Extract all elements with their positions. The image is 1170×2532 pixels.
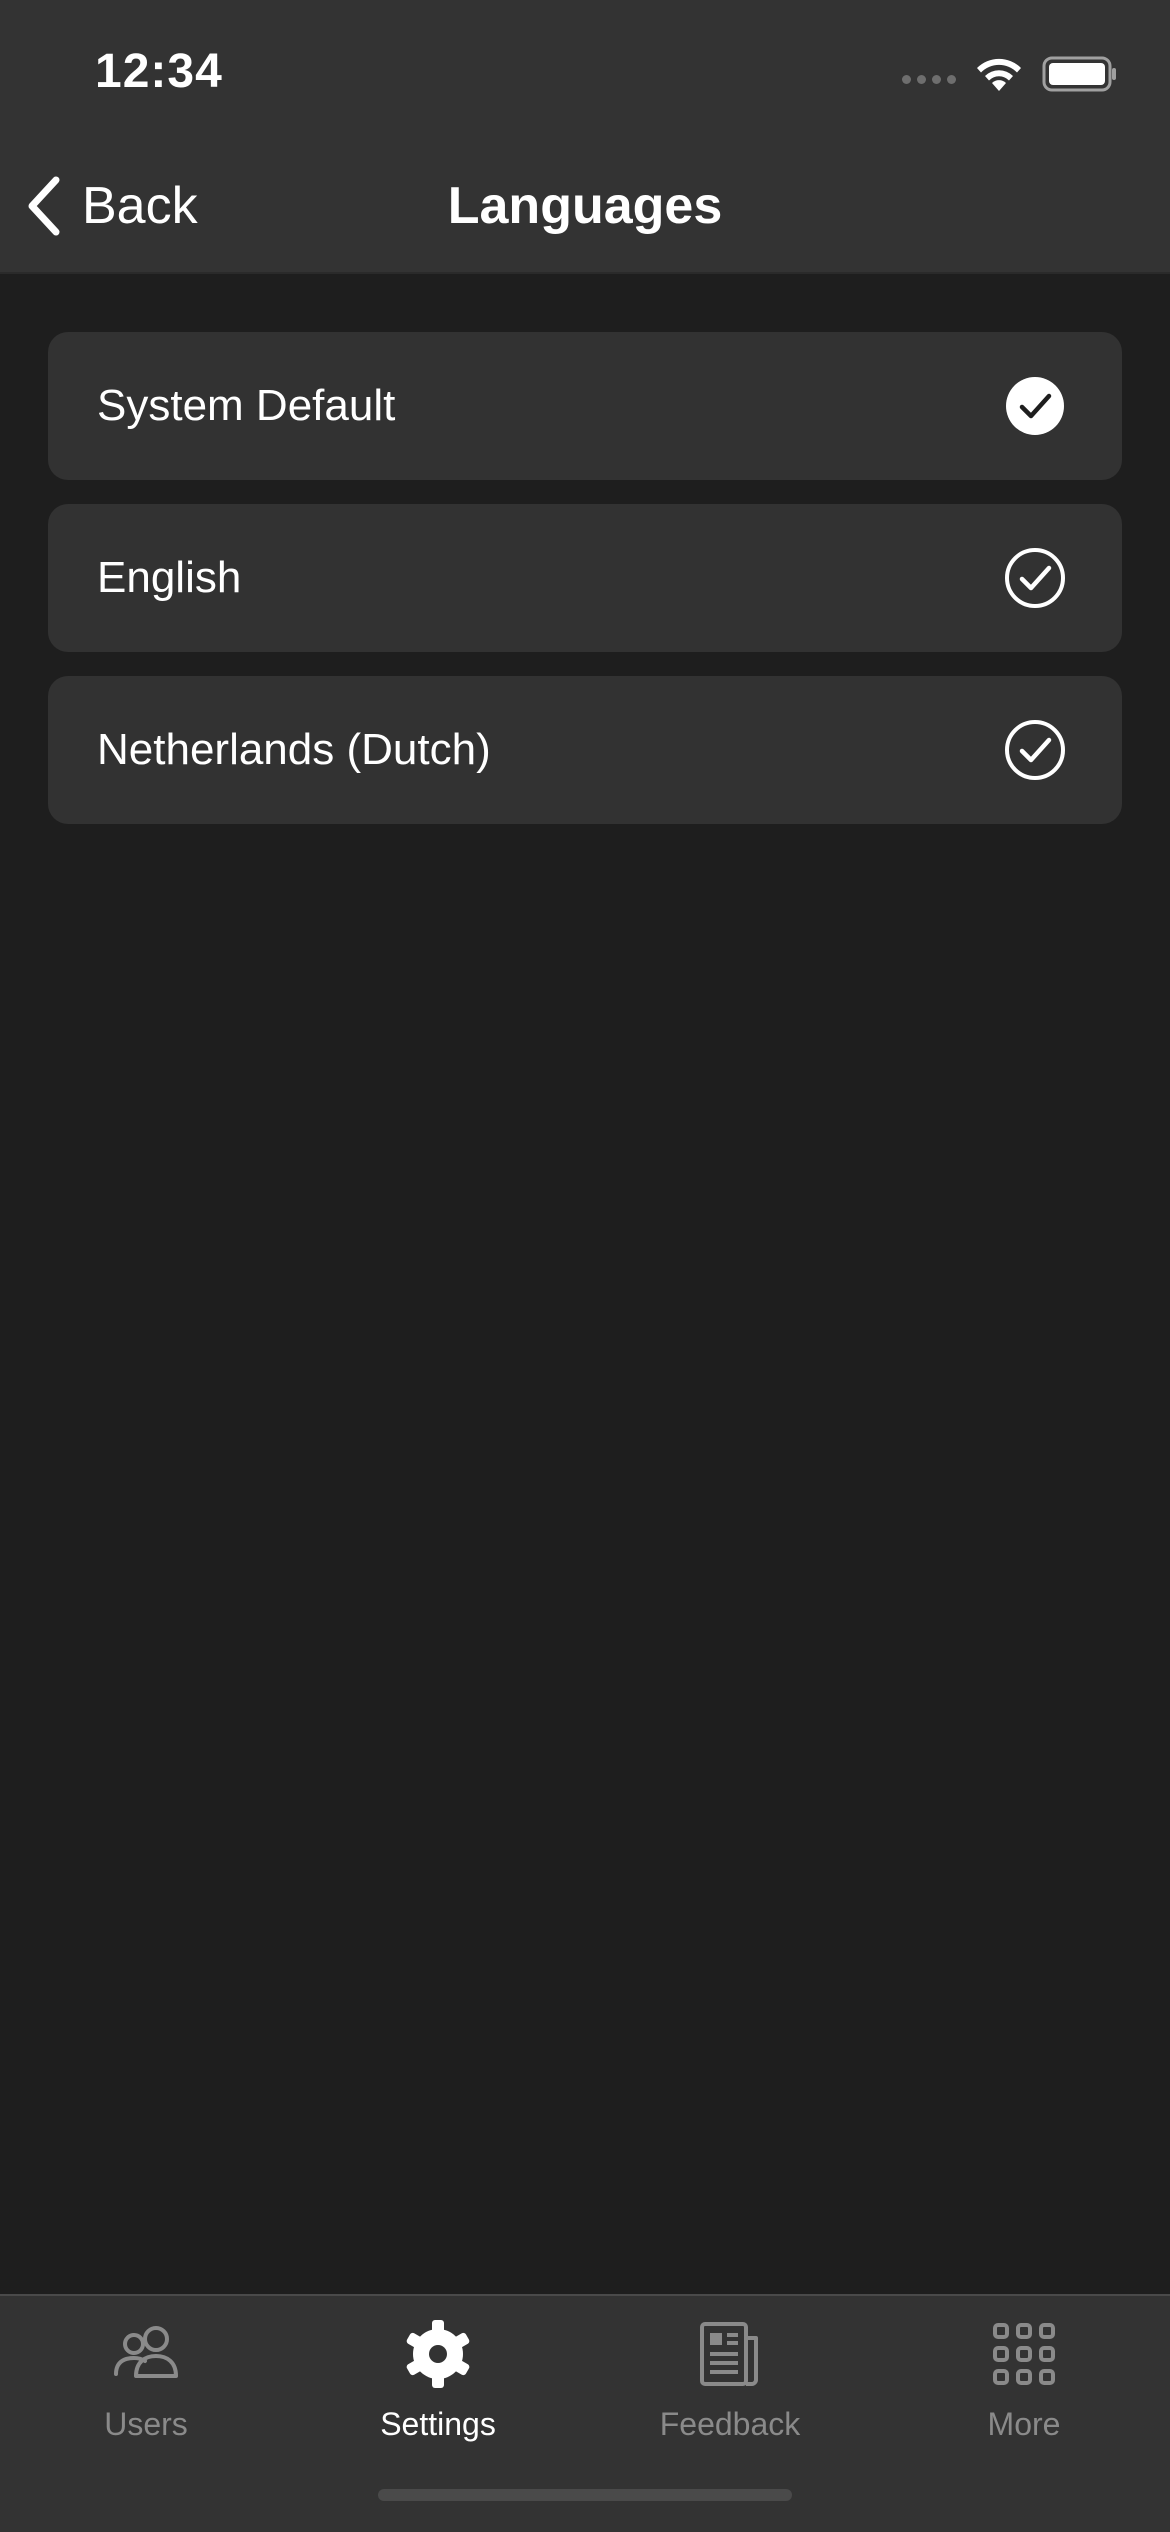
tab-label: More: [987, 2406, 1061, 2442]
language-option-english[interactable]: English: [48, 504, 1122, 652]
tab-users[interactable]: Users: [16, 2316, 276, 2456]
status-time: 12:34: [95, 45, 223, 98]
tab-more[interactable]: More: [894, 2316, 1154, 2456]
language-option-system-default[interactable]: System Default: [48, 332, 1122, 480]
home-indicator: [378, 2489, 792, 2501]
checkmark-outline-icon: [1005, 720, 1065, 780]
language-label: Netherlands (Dutch): [97, 725, 491, 774]
language-label: System Default: [97, 381, 396, 430]
users-icon: [114, 2326, 178, 2378]
tab-feedback[interactable]: Feedback: [600, 2316, 860, 2456]
gear-icon: [406, 2320, 470, 2388]
battery-icon: [1042, 56, 1116, 92]
status-icons: [902, 52, 1118, 96]
checkmark-filled-icon: [1006, 377, 1064, 435]
tab-label: Feedback: [659, 2406, 801, 2442]
grid-icon: [993, 2323, 1055, 2385]
checkmark-outline-icon: [1005, 548, 1065, 608]
page-title: Languages: [447, 177, 723, 235]
language-label: English: [97, 553, 242, 602]
wifi-icon: [977, 58, 1021, 91]
tab-label: Settings: [380, 2406, 496, 2442]
top-bar: 12:34 Back Languages: [0, 0, 1170, 274]
tab-label: Users: [104, 2406, 188, 2442]
newspaper-icon: [700, 2322, 758, 2386]
tab-settings[interactable]: Settings: [308, 2316, 568, 2456]
language-option-dutch[interactable]: Netherlands (Dutch): [48, 676, 1122, 824]
language-list: System Default English Netherlands (Dutc…: [48, 332, 1122, 824]
cellular-signal-icon: [902, 74, 956, 84]
languages-screen: 12:34 Back Languages System Default Engl…: [0, 0, 1170, 2532]
